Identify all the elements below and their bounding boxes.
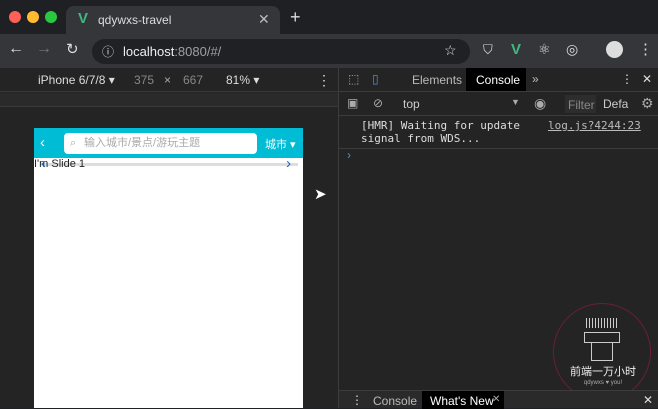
device-toggle-icon[interactable]: ▯ xyxy=(372,72,379,86)
log-levels-select[interactable]: Defa xyxy=(603,97,628,111)
minimize-window-button[interactable] xyxy=(27,11,39,23)
tab-elements[interactable]: Elements xyxy=(412,73,462,87)
drawer-menu-icon[interactable]: ⋮ xyxy=(351,393,363,407)
inspect-icon[interactable]: ⬚ xyxy=(348,72,359,86)
context-dropdown-icon[interactable]: ▼ xyxy=(511,97,520,107)
profile-avatar[interactable] xyxy=(606,41,623,58)
search-placeholder: 输入城市/景点/游玩主题 xyxy=(84,137,201,149)
device-select[interactable]: iPhone 6/7/8 ▾ xyxy=(38,73,115,87)
console-log-message: [HMR] Waiting for update signal from WDS… xyxy=(361,119,520,145)
times-label: × xyxy=(164,73,172,87)
browser-menu-icon[interactable]: ⋮ xyxy=(638,40,653,58)
close-window-button[interactable] xyxy=(9,11,21,23)
swiper-prev-icon[interactable]: ‹ xyxy=(41,155,46,172)
phone-viewport: ‹ ⌕ 输入城市/景点/游玩主题 城市 ▾ I'm Slide 1 ‹ › xyxy=(34,128,303,408)
new-tab-button[interactable]: + xyxy=(290,7,301,28)
address-bar[interactable]: ⓘ localhost:8080/#/ ☆ xyxy=(92,39,470,64)
close-drawer-tab-icon[interactable]: ✕ xyxy=(492,394,500,405)
device-emulation-pane: iPhone 6/7/8 ▾ 375 × 667 81% ▾ ⋮ ‹ ⌕ 输入城… xyxy=(0,68,338,408)
devtools-tabs: ⬚ ▯ Elements Console » ⋮ ✕ xyxy=(339,68,658,92)
sidebar-toggle-icon[interactable]: ▣ xyxy=(347,96,358,110)
close-tab-icon[interactable]: ✕ xyxy=(258,11,270,28)
log-source-link[interactable]: log.js?4244:23 xyxy=(548,119,641,132)
eye-icon[interactable]: ◉ xyxy=(534,95,546,112)
tab-title: qdywxs-travel xyxy=(98,13,172,27)
url-path: :8080/#/ xyxy=(174,44,222,59)
close-drawer-icon[interactable]: ✕ xyxy=(643,393,653,407)
browser-tab[interactable]: V qdywxs-travel ✕ xyxy=(66,6,280,34)
devtools-drawer: ⋮ Console What's New ✕ ✕ xyxy=(339,390,658,409)
browser-tab-bar: V qdywxs-travel ✕ + xyxy=(0,0,658,34)
close-devtools-icon[interactable]: ✕ xyxy=(642,72,652,86)
search-icon: ⌕ xyxy=(70,137,77,149)
address-toolbar: ← → ↻ ⓘ localhost:8080/#/ ☆ ⛉ V ⚛ ◎ ⋮ xyxy=(0,34,658,68)
device-toolbar: iPhone 6/7/8 ▾ 375 × 667 81% ▾ ⋮ xyxy=(0,68,338,92)
drawer-tab-console[interactable]: Console xyxy=(373,394,417,408)
height-input[interactable]: 667 xyxy=(183,73,203,87)
device-more-icon[interactable]: ⋮ xyxy=(317,72,331,89)
zoom-select[interactable]: 81% ▾ xyxy=(226,73,259,87)
bookmark-star-icon[interactable]: ☆ xyxy=(444,42,457,59)
tab-console[interactable]: Console xyxy=(466,68,526,91)
clear-console-icon[interactable]: ⊘ xyxy=(373,96,383,110)
mouse-cursor-icon: ➤ xyxy=(314,186,327,203)
filter-input[interactable]: Filter xyxy=(565,95,596,113)
media-query-bar[interactable] xyxy=(0,93,338,107)
width-input[interactable]: 375 xyxy=(134,73,154,87)
context-select[interactable]: top xyxy=(403,97,420,111)
drawer-tab-whats-new[interactable]: What's New ✕ xyxy=(422,391,504,409)
extension-shield-icon[interactable]: ⛉ xyxy=(483,42,493,58)
back-arrow-icon[interactable]: ‹ xyxy=(40,134,45,151)
url-host: localhost xyxy=(123,44,175,59)
info-icon: ⓘ xyxy=(102,45,115,59)
devtools-panel: ⬚ ▯ Elements Console » ⋮ ✕ ▣ ⊘ top ▼ ◉ F… xyxy=(338,68,658,409)
back-icon[interactable]: ← xyxy=(8,40,24,58)
vue-favicon-icon: V xyxy=(78,10,89,27)
search-input[interactable]: ⌕ 输入城市/景点/游玩主题 xyxy=(64,133,257,154)
devtools-menu-icon[interactable]: ⋮ xyxy=(621,72,633,86)
swiper-next-icon[interactable]: › xyxy=(286,155,291,172)
console-toolbar: ▣ ⊘ top ▼ ◉ Filter Defa ⚙ xyxy=(339,92,658,116)
city-button[interactable]: 城市 ▾ xyxy=(265,136,296,152)
reload-icon[interactable]: ↻ xyxy=(66,40,79,58)
forward-icon[interactable]: → xyxy=(36,40,52,58)
watermark-logo: 前端一万小时 qdywxs ♥ you! xyxy=(553,303,651,401)
page-header: ‹ ⌕ 输入城市/景点/游玩主题 城市 ▾ xyxy=(34,128,303,158)
react-devtools-icon[interactable]: ⚛ xyxy=(538,41,551,58)
console-prompt[interactable]: › xyxy=(347,148,351,162)
maximize-window-button[interactable] xyxy=(45,11,57,23)
more-tabs-icon[interactable]: » xyxy=(532,72,539,86)
settings-gear-icon[interactable]: ⚙ xyxy=(641,95,654,112)
extension-target-icon[interactable]: ◎ xyxy=(566,41,578,58)
vue-devtools-icon[interactable]: V xyxy=(511,41,521,58)
